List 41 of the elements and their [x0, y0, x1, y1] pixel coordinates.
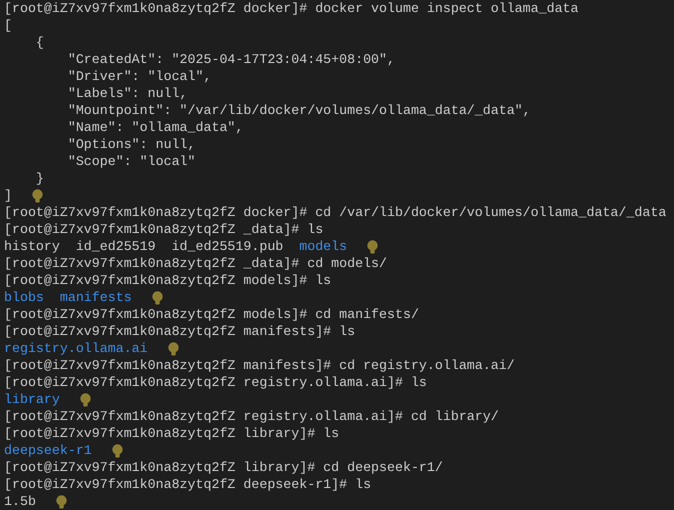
file-name: 1.5b [4, 493, 36, 510]
lightbulb-icon[interactable] [168, 342, 179, 356]
directory-name: registry.ollama.ai [4, 340, 148, 357]
lightbulb-icon[interactable] [112, 444, 123, 458]
output-text: "Labels": null, [66, 85, 188, 102]
output-text: ] [4, 187, 12, 204]
command-line: [root@iZ7xv97fxm1k0na8zytq2fZ manifests]# cd registry.ollama.ai/ [4, 357, 515, 374]
lightbulb-icon[interactable] [80, 392, 91, 406]
directory-name: models [299, 238, 348, 255]
lightbulb-icon[interactable] [32, 188, 43, 202]
output-text: [ [4, 17, 12, 34]
command-line: [root@iZ7xv97fxm1k0na8zytq2fZ models]# cd manifests/ [4, 306, 419, 323]
output-text: "Driver": "local", [66, 68, 212, 85]
directory-name: manifests [60, 289, 132, 306]
output-text: "Mountpoint": "/var/lib/docker/volumes/ollama_data/_data", [66, 102, 531, 119]
command-line: [root@iZ7xv97fxm1k0na8zytq2fZ docker]# docker volume inspect ollama_data [4, 0, 579, 17]
command-line: [root@iZ7xv97fxm1k0na8zytq2fZ registry.ollama.ai]# ls [4, 374, 427, 391]
command-line: [root@iZ7xv97fxm1k0na8zytq2fZ registry.ollama.ai]# cd library/ [4, 408, 499, 425]
lightbulb-icon[interactable] [56, 494, 67, 508]
command-line: [root@iZ7xv97fxm1k0na8zytq2fZ library]# ls [4, 425, 340, 442]
command-line: [root@iZ7xv97fxm1k0na8zytq2fZ docker]# cd /var/lib/docker/volumes/ollama_data/_data [4, 204, 666, 221]
file-name: id_ed25519 [76, 238, 156, 255]
command-line: [root@iZ7xv97fxm1k0na8zytq2fZ deepseek-r1]# ls [4, 476, 372, 493]
output-text: { [34, 34, 44, 51]
command-line: [root@iZ7xv97fxm1k0na8zytq2fZ _data]# cd models/ [4, 255, 388, 272]
output-text: } [34, 170, 44, 187]
command-line: [root@iZ7xv97fxm1k0na8zytq2fZ library]# cd deepseek-r1/ [4, 459, 443, 476]
file-name: id_ed25519.pub [172, 238, 284, 255]
output-text: "Scope": "local" [66, 153, 196, 170]
directory-name: deepseek-r1 [4, 442, 92, 459]
command-line: [root@iZ7xv97fxm1k0na8zytq2fZ manifests]# ls [4, 323, 356, 340]
command-line: [root@iZ7xv97fxm1k0na8zytq2fZ _data]# ls [4, 221, 324, 238]
output-text: "CreatedAt": "2025-04-17T23:04:45+08:00", [66, 51, 395, 68]
directory-name: library [4, 391, 60, 408]
output-text: "Name": "ollama_data", [66, 119, 244, 136]
directory-name: blobs [4, 289, 44, 306]
lightbulb-icon[interactable] [152, 290, 163, 304]
lightbulb-icon[interactable] [367, 240, 378, 254]
output-text: "Options": null, [66, 136, 196, 153]
command-line: [root@iZ7xv97fxm1k0na8zytq2fZ models]# ls [4, 272, 332, 289]
file-name: history [4, 238, 60, 255]
